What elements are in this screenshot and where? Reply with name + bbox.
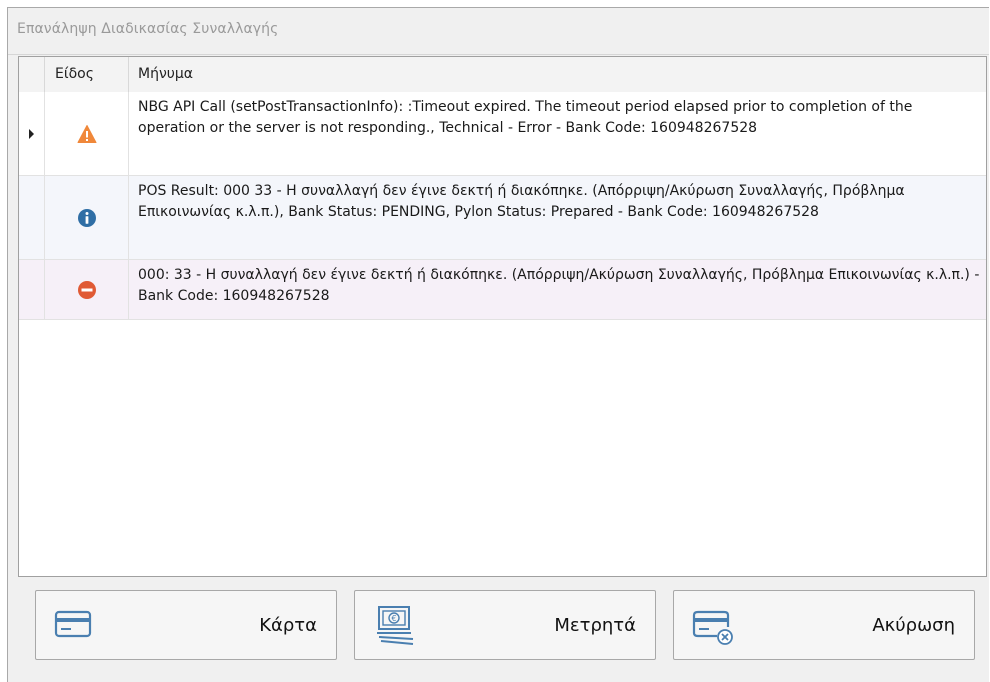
current-row-arrow-icon <box>29 128 34 139</box>
title-bar: Επανάληψη Διαδικασίας Συναλλαγής <box>8 8 989 55</box>
type-cell <box>45 92 129 175</box>
type-cell <box>45 176 129 259</box>
card-button[interactable]: Κάρτα <box>35 590 337 660</box>
row-indicator <box>19 176 45 259</box>
error-icon <box>77 280 96 299</box>
table-row[interactable]: NBG API Call (setPostTransactionInfo): :… <box>19 92 986 176</box>
cancel-button[interactable]: Ακύρωση <box>673 590 975 660</box>
card-button-label: Κάρτα <box>259 615 317 636</box>
credit-card-icon <box>54 610 92 638</box>
table-row[interactable]: 000: 33 - Η συναλλαγή δεν έγινε δεκτή ή … <box>19 260 986 320</box>
cash-button[interactable]: € Μετρητά <box>354 590 656 660</box>
messages-grid: Είδος Μήνυμα NBG API Call (setPostTransa… <box>18 56 987 577</box>
cancel-button-label: Ακύρωση <box>872 615 955 636</box>
message-cell: 000: 33 - Η συναλλαγή δεν έγινε δεκτή ή … <box>138 267 980 304</box>
column-header-type[interactable]: Είδος <box>45 57 129 92</box>
info-icon <box>77 208 96 227</box>
row-indicator <box>19 260 45 319</box>
dialog-title: Επανάληψη Διαδικασίας Συναλλαγής <box>17 21 279 37</box>
card-cancel-icon <box>692 610 733 645</box>
message-cell: POS Result: 000 33 - Η συναλλαγή δεν έγι… <box>138 183 905 220</box>
grid-header: Είδος Μήνυμα <box>19 57 986 93</box>
svg-text:€: € <box>391 614 396 623</box>
row-indicator-header <box>19 57 45 92</box>
type-cell <box>45 260 129 319</box>
message-cell: NBG API Call (setPostTransactionInfo): :… <box>138 99 913 136</box>
column-header-message[interactable]: Μήνυμα <box>129 57 986 92</box>
warning-icon <box>77 124 96 143</box>
cash-euro-icon: € <box>377 606 414 645</box>
table-row[interactable]: POS Result: 000 33 - Η συναλλαγή δεν έγι… <box>19 176 986 260</box>
cash-button-label: Μετρητά <box>554 615 636 636</box>
row-indicator <box>19 92 45 175</box>
